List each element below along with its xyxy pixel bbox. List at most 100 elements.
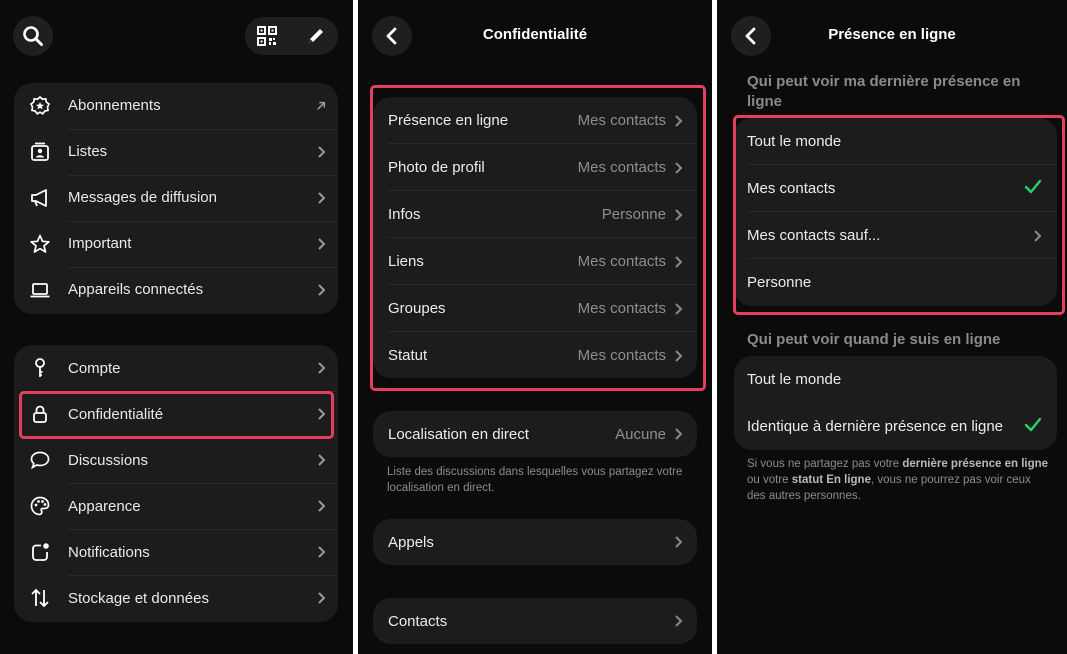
megaphone-icon: [28, 186, 52, 210]
row-value: Mes contacts: [577, 347, 666, 364]
row-groupes[interactable]: Groupes Mes contacts: [373, 285, 697, 332]
row-label: Stockage et données: [68, 590, 209, 607]
option-personne[interactable]: Personne: [734, 259, 1057, 306]
option-tout-le-monde[interactable]: Tout le monde: [734, 118, 1057, 165]
row-label: Messages de diffusion: [68, 189, 217, 206]
privacy-panel: Confidentialité Présence en ligne Mes co…: [358, 0, 712, 654]
row-label: Liens: [388, 253, 424, 270]
search-icon: [22, 25, 44, 47]
chevron-right-icon: [1033, 229, 1043, 243]
settings-panel: Abonnements Listes Messages de diffusion: [0, 0, 353, 654]
row-confidentialite[interactable]: Confidentialité: [14, 391, 338, 437]
row-photo-profil[interactable]: Photo de profil Mes contacts: [373, 144, 697, 191]
option-mes-contacts-sauf[interactable]: Mes contacts sauf...: [734, 212, 1057, 259]
row-label: Statut: [388, 347, 428, 364]
chat-bubble-icon: [28, 448, 52, 472]
chevron-right-icon: [316, 591, 326, 605]
option-label: Tout le monde: [747, 133, 842, 150]
top-actions-pill: [245, 17, 338, 55]
row-compte[interactable]: Compte: [14, 345, 338, 391]
laptop-icon: [28, 278, 52, 302]
row-stockage[interactable]: Stockage et données: [14, 575, 338, 621]
settings-group-1: Abonnements Listes Messages de diffusion: [14, 83, 338, 314]
search-button[interactable]: [13, 16, 53, 56]
row-presence-en-ligne[interactable]: Présence en ligne Mes contacts: [373, 97, 697, 144]
privacy-settings-card: Présence en ligne Mes contacts Photo de …: [373, 97, 697, 378]
chevron-left-icon: [744, 27, 758, 45]
row-value: Mes contacts: [577, 112, 666, 129]
chevron-right-icon: [316, 283, 326, 297]
row-listes[interactable]: Listes: [14, 129, 338, 175]
chevron-right-icon: [316, 145, 326, 159]
lock-icon: [28, 402, 52, 426]
row-label: Infos: [388, 206, 421, 223]
row-label: Localisation en direct: [388, 426, 529, 443]
lists-icon: [28, 140, 52, 164]
option-label: Personne: [747, 274, 812, 291]
row-appels[interactable]: Appels: [373, 519, 697, 565]
note-bold: statut En ligne: [791, 474, 871, 486]
option-mes-contacts[interactable]: Mes contacts: [734, 165, 1057, 212]
row-value: Mes contacts: [577, 300, 666, 317]
row-apparence[interactable]: Apparence: [14, 483, 338, 529]
option-label: Mes contacts sauf...: [747, 227, 881, 244]
chevron-right-icon: [316, 453, 326, 467]
row-label: Appels: [388, 534, 434, 551]
chevron-right-icon: [674, 427, 684, 441]
calls-card: Appels: [373, 519, 697, 565]
edit-pencil-icon[interactable]: [306, 26, 326, 46]
row-notifications[interactable]: Notifications: [14, 529, 338, 575]
settings-group-2: Compte Confidentialité Discussions Appar…: [14, 345, 338, 622]
chevron-right-icon: [674, 114, 684, 128]
chevron-right-icon: [316, 407, 326, 421]
option-tout-le-monde-online[interactable]: Tout le monde: [734, 356, 1057, 403]
star-icon: [28, 232, 52, 256]
option-label: Identique à dernière présence en ligne: [747, 418, 1004, 435]
back-button[interactable]: [372, 16, 412, 56]
chevron-right-icon: [674, 208, 684, 222]
online-presence-panel: Présence en ligne Qui peut voir ma derni…: [717, 0, 1067, 654]
row-localisation-direct[interactable]: Localisation en direct Aucune: [373, 411, 697, 457]
notification-icon: [28, 540, 52, 564]
storage-arrows-icon: [28, 586, 52, 610]
row-value: Aucune: [615, 426, 666, 443]
row-label: Confidentialité: [68, 406, 164, 423]
note-text: ou votre: [747, 474, 792, 486]
key-icon: [28, 356, 52, 380]
checkmark-icon: [1024, 179, 1042, 195]
row-appareils-connectes[interactable]: Appareils connectés: [14, 267, 338, 313]
row-abonnements[interactable]: Abonnements: [14, 83, 338, 129]
live-location-note: Liste des discussions dans lesquelles vo…: [387, 466, 683, 494]
chevron-right-icon: [316, 191, 326, 205]
row-liens[interactable]: Liens Mes contacts: [373, 238, 697, 285]
row-label: Compte: [68, 360, 121, 377]
row-discussions[interactable]: Discussions: [14, 437, 338, 483]
chevron-right-icon: [316, 237, 326, 251]
chevron-right-icon: [316, 545, 326, 559]
chevron-right-icon: [316, 499, 326, 513]
row-statut[interactable]: Statut Mes contacts: [373, 332, 697, 379]
option-identique[interactable]: Identique à dernière présence en ligne: [734, 403, 1057, 450]
chevron-right-icon: [674, 255, 684, 269]
row-important[interactable]: Important: [14, 221, 338, 267]
qr-code-icon[interactable]: [257, 26, 277, 46]
back-button[interactable]: [731, 16, 771, 56]
row-value: Personne: [601, 206, 666, 223]
row-label: Contacts: [388, 613, 448, 630]
row-contacts[interactable]: Contacts: [373, 598, 697, 644]
row-label: Groupes: [388, 300, 446, 317]
online-options-card: Tout le monde Identique à dernière prése…: [734, 356, 1057, 450]
row-messages-diffusion[interactable]: Messages de diffusion: [14, 175, 338, 221]
chevron-right-icon: [674, 302, 684, 316]
last-seen-options-card: Tout le monde Mes contacts Mes contacts …: [734, 118, 1057, 306]
row-infos[interactable]: Infos Personne: [373, 191, 697, 238]
chevron-right-icon: [674, 535, 684, 549]
chevron-left-icon: [385, 27, 399, 45]
note-text: Si vous ne partagez pas votre: [747, 458, 903, 470]
live-location-card: Localisation en direct Aucune: [373, 411, 697, 457]
row-label: Important: [68, 235, 132, 252]
contacts-card: Contacts: [373, 598, 697, 644]
row-label: Discussions: [68, 452, 149, 469]
row-value: Mes contacts: [577, 159, 666, 176]
row-label: Notifications: [68, 544, 150, 561]
